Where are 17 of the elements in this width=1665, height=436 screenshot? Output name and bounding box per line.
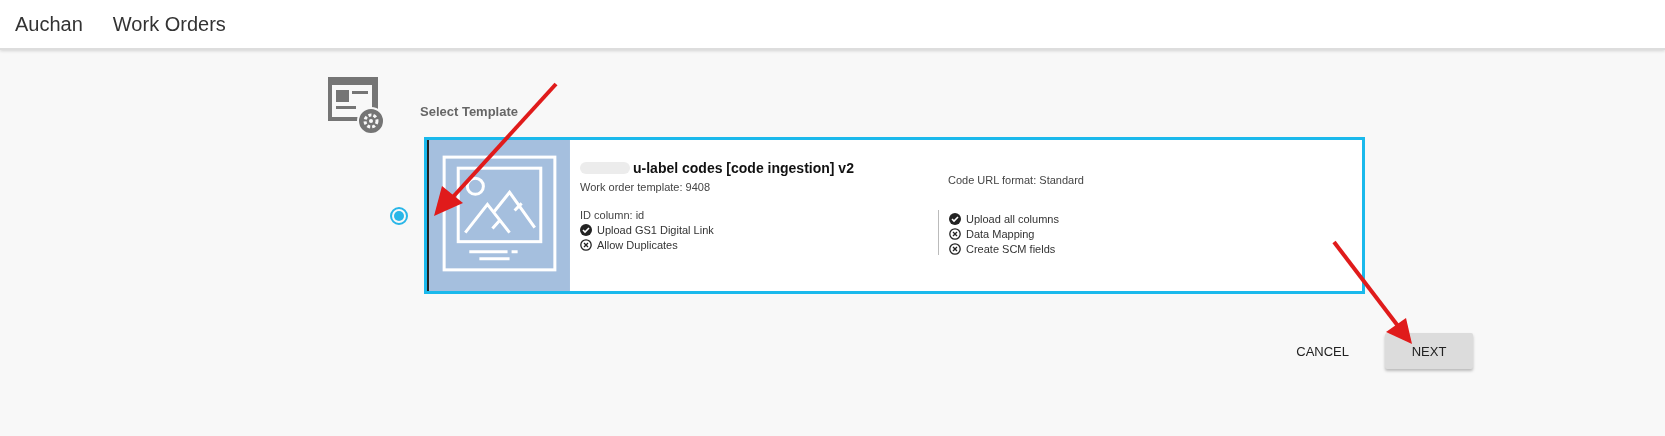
template-settings-icon (326, 75, 386, 135)
feature-label: Data Mapping (966, 228, 1035, 240)
radio-button[interactable] (390, 206, 408, 225)
feature-label: Create SCM fields (966, 243, 1056, 255)
section-title: Select Template (420, 104, 520, 119)
id-column-label: ID column: id (580, 209, 646, 221)
feature-label: Upload all columns (966, 213, 1059, 225)
template-number: Work order template: 9408 (580, 181, 712, 193)
header-title: Auchan (15, 12, 83, 36)
url-format-label: Code URL format: Standard (948, 174, 1085, 186)
template-title: u-label codes [code ingestion] v2 (633, 160, 854, 176)
template-card[interactable]: u-label codes [code ingestion] v2 Work order template: 9408 ID column: id Upload GS1 Digital Link Allow Duplicates Code URL format: Standard Upload all columns Data Mapping Create SCM fields (424, 137, 1365, 294)
cancel-button[interactable]: CANCEL (1292, 333, 1353, 369)
feature-label: Allow Duplicates (597, 239, 678, 251)
next-button[interactable]: NEXT (1385, 333, 1473, 369)
header-title: Work Orders (112, 12, 226, 36)
feature-label: Upload GS1 Digital Link (597, 224, 714, 236)
